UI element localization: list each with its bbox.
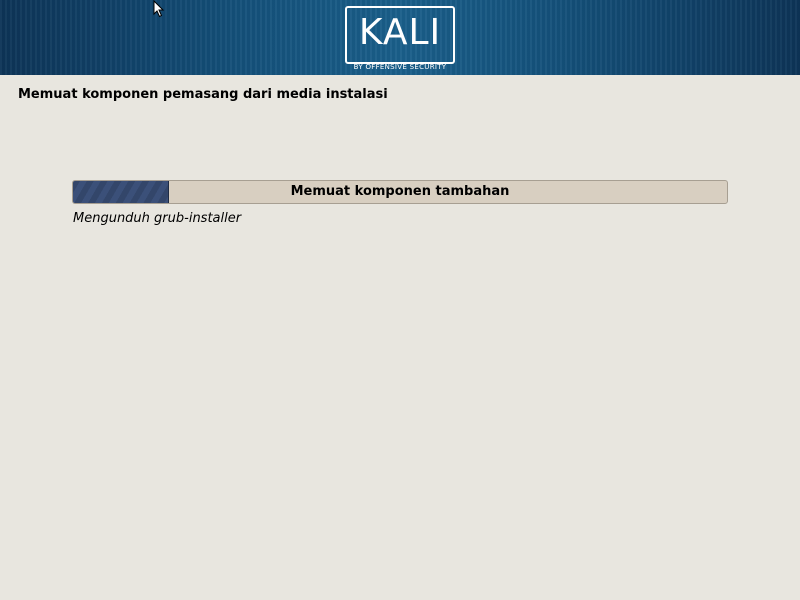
- progress-label: Memuat komponen tambahan: [290, 184, 510, 199]
- kali-logo: KALI BY OFFENSIVE SECURITY: [345, 6, 455, 71]
- page-title: Memuat komponen pemasang dari media inst…: [18, 87, 388, 102]
- progress-bar: Memuat komponen tambahan: [72, 180, 728, 204]
- kali-banner: KALI BY OFFENSIVE SECURITY: [0, 0, 800, 75]
- status-text: Mengunduh grub-installer: [73, 211, 242, 226]
- logo-text: KALI: [358, 12, 442, 53]
- mouse-pointer-icon: [153, 0, 165, 18]
- logo-subtitle: BY OFFENSIVE SECURITY: [353, 63, 447, 71]
